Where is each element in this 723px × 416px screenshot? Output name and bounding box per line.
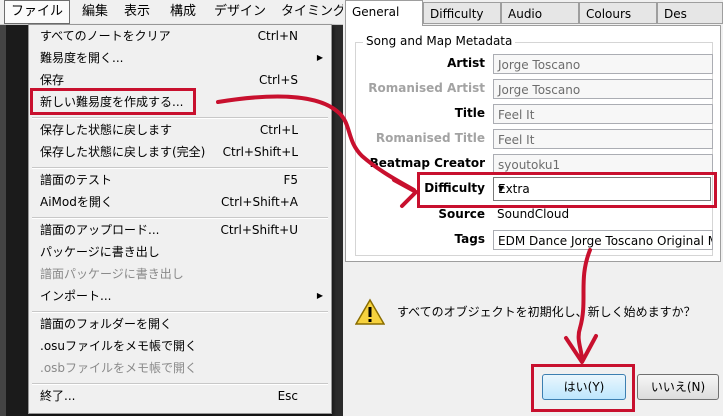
menu-item-export-beatmap-package: 譜面パッケージに書き出し	[29, 263, 331, 285]
menu-item-open-difficulty[interactable]: 難易度を開く... ▶	[29, 47, 331, 69]
menu-item-test-beatmap[interactable]: 譜面のテスト F5	[29, 169, 331, 191]
menu-item-label: .osbファイルをメモ帳で開く	[40, 361, 198, 375]
menu-item-revert-to-saved[interactable]: 保存した状態に戻します Ctrl+L	[29, 119, 331, 141]
menu-item-open-aimod[interactable]: AiModを開く Ctrl+Shift+A	[29, 191, 331, 213]
menu-item-shortcut: Ctrl+S	[258, 73, 298, 87]
menu-item-label: 譜面パッケージに書き出し	[40, 267, 184, 281]
beatmap-creator-field[interactable]: syoutoku1	[493, 154, 713, 174]
menu-item-shortcut: Ctrl+N	[257, 29, 298, 43]
group-title: Song and Map Metadata	[363, 34, 516, 48]
beatmap-creator-label: Beatmap Creator	[369, 156, 485, 170]
tab-design[interactable]: Des	[657, 2, 723, 24]
menu-item-clear-all-notes[interactable]: すべてのノートをクリア Ctrl+N	[29, 25, 331, 47]
warning-icon	[355, 298, 385, 325]
menu-item-shortcut: Ctrl+L	[259, 123, 298, 137]
editor-window: ファイル 編集 表示 構成 デザイン タイミング すべてのノートをクリア Ctr…	[0, 0, 343, 416]
menu-item-label: すべてのノートをクリア	[40, 29, 171, 43]
tab-difficulty[interactable]: Difficulty	[423, 2, 501, 24]
editor-edge	[332, 24, 343, 416]
menu-item-open-osu-in-notepad[interactable]: .osuファイルをメモ帳で開く	[29, 335, 331, 357]
menu-item-label: .osuファイルをメモ帳で開く	[40, 339, 198, 353]
menu-item-label: 譜面のフォルダーを開く	[40, 317, 173, 331]
difficulty-label: Difficulty	[424, 181, 485, 195]
menu-timing[interactable]: タイミング	[275, 0, 343, 24]
menu-item-label: AiModを開く	[40, 195, 113, 209]
romanised-artist-label: Romanised Artist	[368, 81, 485, 95]
confirmation-message: すべてのオブジェクトを初期化し、新しく始めますか？	[397, 305, 696, 319]
menu-item-open-song-folder[interactable]: 譜面のフォルダーを開く	[29, 313, 331, 335]
file-menu-dropdown: すべてのノートをクリア Ctrl+N 難易度を開く... ▶ 保存 Ctrl+S…	[28, 24, 332, 414]
menu-item-label: 終了...	[40, 389, 76, 403]
artist-label: Artist	[447, 56, 485, 70]
romanised-artist-field[interactable]: Jorge Toscano	[493, 79, 713, 99]
menu-item-label: 保存	[40, 73, 65, 87]
menu-item-label: パッケージに書き出し	[40, 245, 160, 259]
menu-item-label: 難易度を開く...	[40, 51, 124, 65]
menu-item-label: インポート...	[40, 289, 112, 303]
menu-edit[interactable]: 編集	[76, 0, 114, 24]
artist-field[interactable]: Jorge Toscano	[493, 54, 713, 74]
source-value: SoundCloud	[497, 207, 570, 221]
tab-general[interactable]: General	[345, 0, 423, 26]
menu-item-label: 譜面のアップロード...	[40, 223, 160, 237]
romanised-title-label: Romanised Title	[375, 131, 485, 145]
source-label: Source	[438, 207, 485, 221]
metadata-group	[355, 42, 713, 256]
title-field[interactable]: Feel It	[493, 104, 713, 124]
menu-item-label: 譜面のテスト	[40, 173, 113, 187]
menu-item-exit[interactable]: 終了... Esc	[29, 385, 331, 407]
menu-item-open-osb-in-notepad: .osbファイルをメモ帳で開く	[29, 357, 331, 379]
yes-button[interactable]: はい(Y)	[542, 374, 626, 400]
menu-item-shortcut: Ctrl+Shift+U	[220, 223, 298, 237]
menu-item-revert-to-saved-full[interactable]: 保存した状態に戻します(完全) Ctrl+Shift+L	[29, 141, 331, 163]
song-setup-dialog: General Difficulty Audio Colours Des Son…	[343, 0, 723, 416]
menu-view[interactable]: 表示	[118, 0, 156, 24]
menu-item-shortcut: F5	[283, 173, 298, 187]
menu-item-shortcut: Esc	[277, 389, 298, 403]
editor-edge	[0, 24, 6, 416]
menu-file[interactable]: ファイル	[4, 0, 71, 24]
title-label: Title	[454, 106, 485, 120]
submenu-arrow-icon: ▶	[316, 53, 323, 62]
menu-item-save[interactable]: 保存 Ctrl+S	[29, 69, 331, 91]
tags-label: Tags	[454, 232, 485, 246]
submenu-arrow-icon: ▶	[316, 291, 323, 300]
menu-design[interactable]: デザイン	[208, 0, 272, 24]
romanised-title-field[interactable]: Feel It	[493, 129, 713, 149]
tab-colours[interactable]: Colours	[579, 2, 657, 24]
menu-item-shortcut: Ctrl+Shift+A	[221, 195, 298, 209]
no-button[interactable]: いいえ(N)	[637, 374, 719, 400]
menu-bar: ファイル 編集 表示 構成 デザイン タイミング	[0, 0, 343, 25]
menu-item-label: 保存した状態に戻します(完全)	[40, 145, 206, 159]
menu-compose[interactable]: 構成	[164, 0, 202, 24]
difficulty-combobox[interactable]: Extra ▼	[493, 177, 711, 201]
tags-field[interactable]: EDM Dance Jorge Toscano Original M	[493, 230, 713, 250]
menu-item-create-new-difficulty[interactable]: 新しい難易度を作成する...	[29, 91, 331, 113]
menu-item-label: 新しい難易度を作成する...	[40, 95, 184, 109]
tab-audio[interactable]: Audio	[501, 2, 579, 24]
menu-item-import[interactable]: インポート... ▶	[29, 285, 331, 307]
menu-item-export-package[interactable]: パッケージに書き出し	[29, 241, 331, 263]
menu-item-upload-beatmap[interactable]: 譜面のアップロード... Ctrl+Shift+U	[29, 219, 331, 241]
menu-item-shortcut: Ctrl+Shift+L	[222, 145, 298, 159]
dropdown-arrow-icon[interactable]: ▼	[498, 178, 706, 200]
menu-item-label: 保存した状態に戻します	[40, 123, 173, 137]
